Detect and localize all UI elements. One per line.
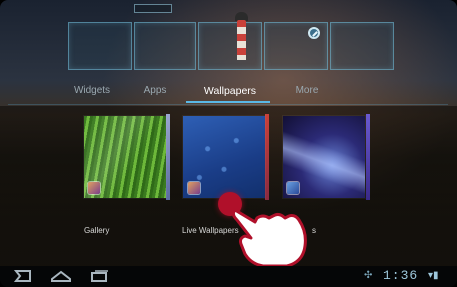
lighthouse-wallpaper-image [232, 6, 250, 60]
tab-divider [8, 104, 448, 105]
third-stack-edge [366, 114, 370, 200]
status-icons[interactable]: ▾▮ [428, 270, 439, 281]
tablet-screen: Widgets Apps Wallpapers More Gallery Liv… [0, 0, 457, 287]
live-wallpapers-icon [188, 182, 200, 194]
home-screen-1[interactable] [68, 22, 132, 70]
home-screen-3[interactable] [198, 22, 262, 70]
selected-tab-indicator [186, 101, 270, 103]
back-icon[interactable] [12, 269, 34, 283]
gallery-label: Gallery [84, 226, 110, 235]
wallpapers-icon [287, 182, 299, 194]
home-icon[interactable] [50, 269, 72, 283]
usb-icon: ✣ [364, 270, 373, 281]
clock[interactable]: 1:36 [383, 268, 418, 283]
gallery-icon [88, 182, 100, 194]
battery-icon: ▮ [433, 270, 439, 281]
tab-wallpapers[interactable]: Wallpapers [186, 84, 274, 102]
tab-widgets[interactable]: Widgets [62, 84, 122, 102]
home-screen-5[interactable] [330, 22, 394, 70]
tab-apps[interactable]: Apps [130, 84, 180, 102]
add-icon[interactable] [308, 27, 320, 39]
tab-more[interactable]: More [282, 84, 332, 102]
wallpapers-label: s [312, 226, 316, 235]
home-screen-2[interactable] [134, 22, 196, 70]
pointing-hand-icon [231, 208, 307, 268]
live-stack-edge [265, 114, 269, 200]
search-widget-preview [134, 4, 172, 13]
gallery-stack-edge [166, 114, 170, 200]
recent-apps-icon[interactable] [88, 269, 110, 283]
